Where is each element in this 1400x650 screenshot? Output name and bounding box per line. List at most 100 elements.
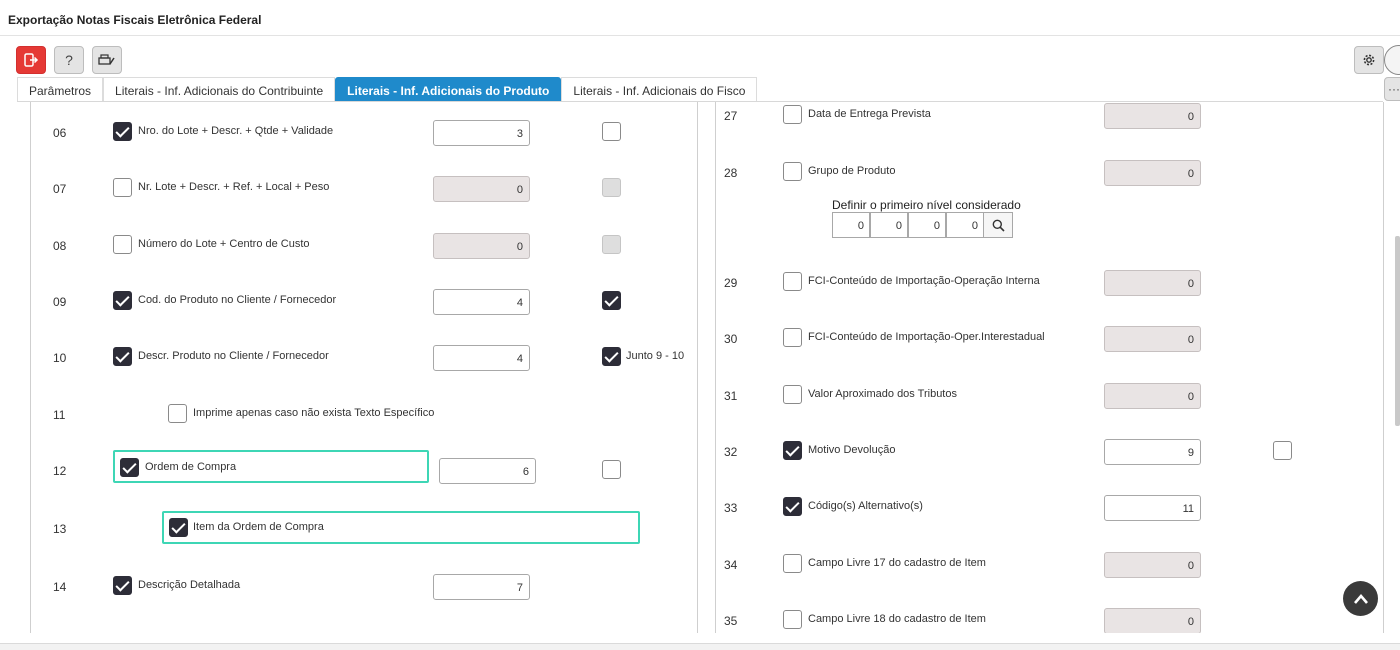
more-icon: ··· — [1388, 82, 1400, 96]
row-35: 35 Campo Livre 18 do cadastro de Item 0 — [716, 606, 1383, 633]
bottom-bar — [0, 643, 1400, 650]
row-checkbox[interactable] — [113, 178, 132, 197]
row-checkbox[interactable] — [168, 404, 187, 423]
row-extra-checkbox — [602, 178, 621, 197]
row-checkbox[interactable] — [783, 497, 802, 516]
row-checkbox[interactable] — [120, 458, 139, 477]
row-checkbox[interactable] — [113, 235, 132, 254]
row-extra-checkbox — [602, 235, 621, 254]
row-value-input[interactable]: 11 — [1104, 495, 1201, 521]
row-label: FCI-Conteúdo de Importação-Oper.Interest… — [808, 331, 1045, 343]
row-number: 14 — [53, 580, 67, 594]
row-label: Imprime apenas caso não exista Texto Esp… — [193, 407, 435, 419]
search-icon — [992, 219, 1005, 232]
tab-contribuinte[interactable]: Literais - Inf. Adicionais do Contribuin… — [103, 77, 336, 102]
row-label: Descrição Detalhada — [138, 579, 241, 591]
row-number: 08 — [53, 239, 67, 253]
row-extra-checkbox[interactable] — [1273, 441, 1292, 460]
settings-button[interactable] — [1354, 46, 1384, 74]
row-value-input[interactable]: 4 — [433, 289, 530, 315]
row-11: 11 Imprime apenas caso não exista Texto … — [31, 400, 697, 430]
window-title: Exportação Notas Fiscais Eletrônica Fede… — [8, 13, 262, 27]
row-value-input: 0 — [1104, 608, 1201, 633]
row-value-input[interactable]: 3 — [433, 120, 530, 146]
row-value-input[interactable]: 9 — [1104, 439, 1201, 465]
scrollbar-thumb[interactable] — [1395, 236, 1400, 426]
row-value-input: 0 — [1104, 552, 1201, 578]
row-checkbox[interactable] — [113, 576, 132, 595]
exit-button[interactable] — [16, 46, 46, 74]
row-06: 06 Nro. do Lote + Descr. + Qtde + Valida… — [31, 118, 697, 148]
row-extra-checkbox[interactable] — [602, 122, 621, 141]
row-30: 30 FCI-Conteúdo de Importação-Oper.Inter… — [716, 324, 1383, 354]
more-button[interactable]: ··· — [1384, 77, 1400, 101]
tab-bar: Parâmetros Literais - Inf. Adicionais do… — [17, 77, 758, 102]
row-07: 07 Nr. Lote + Descr. + Ref. + Local + Pe… — [31, 174, 697, 204]
nivel-input-3[interactable]: 0 — [908, 212, 946, 238]
row-number: 07 — [53, 182, 67, 196]
nivel-input-1[interactable]: 0 — [832, 212, 870, 238]
row-08: 08 Número do Lote + Centro de Custo 0 — [31, 231, 697, 261]
tab-produto[interactable]: Literais - Inf. Adicionais do Produto — [335, 77, 562, 102]
row-checkbox[interactable] — [113, 291, 132, 310]
nivel-input-4[interactable]: 0 — [946, 212, 984, 238]
row-label: Descr. Produto no Cliente / Fornecedor — [138, 350, 329, 362]
row-32: 32 Motivo Devolução 9 — [716, 437, 1383, 467]
row-value-input: 0 — [1104, 103, 1201, 129]
nivel-search-button[interactable] — [983, 212, 1013, 238]
nivel-input-2[interactable]: 0 — [870, 212, 908, 238]
row-extra-label: Junto 9 - 10 — [626, 350, 685, 362]
row-value-input: 0 — [1104, 326, 1201, 352]
row-label: Nr. Lote + Descr. + Ref. + Local + Peso — [138, 181, 330, 193]
row-14: 14 Descrição Detalhada 7 — [31, 572, 697, 602]
row-checkbox[interactable] — [783, 610, 802, 629]
row-09: 09 Cod. do Produto no Cliente / Forneced… — [31, 287, 697, 317]
row-checkbox[interactable] — [113, 347, 132, 366]
row-34: 34 Campo Livre 17 do cadastro de Item 0 — [716, 550, 1383, 580]
row-checkbox[interactable] — [783, 272, 802, 291]
row-13: 13 Item da Ordem de Compra — [31, 514, 697, 544]
row-checkbox[interactable] — [783, 554, 802, 573]
row-value-input[interactable]: 4 — [433, 345, 530, 371]
printer-edit-icon — [98, 54, 115, 65]
row-29: 29 FCI-Conteúdo de Importação-Operação I… — [716, 268, 1383, 298]
row-number: 10 — [53, 351, 67, 365]
gear-icon — [1363, 54, 1375, 66]
row-number: 30 — [724, 332, 738, 346]
row-27: 27 Data de Entrega Prevista 0 — [716, 102, 1383, 132]
row-label: Item da Ordem de Compra — [193, 521, 324, 533]
row-label: FCI-Conteúdo de Importação-Operação Inte… — [808, 275, 1040, 287]
row-extra-checkbox[interactable] — [602, 460, 621, 479]
scroll-to-top-button[interactable] — [1343, 581, 1378, 616]
row-value-input[interactable]: 6 — [439, 458, 536, 484]
row-extra-checkbox[interactable] — [602, 347, 621, 366]
row-number: 34 — [724, 558, 738, 572]
row-checkbox[interactable] — [783, 105, 802, 124]
row-label: Cod. do Produto no Cliente / Fornecedor — [138, 294, 337, 306]
row-label: Grupo de Produto — [808, 165, 896, 177]
row-number: 12 — [53, 464, 67, 478]
right-panel: 27 Data de Entrega Prevista 0 28 Grupo d… — [715, 102, 1384, 633]
print-button[interactable] — [92, 46, 122, 74]
row-checkbox[interactable] — [783, 328, 802, 347]
row-extra-checkbox[interactable] — [602, 291, 621, 310]
help-button[interactable]: ? — [54, 46, 84, 74]
row-number: 35 — [724, 614, 738, 628]
tab-fisco[interactable]: Literais - Inf. Adicionais do Fisco — [561, 77, 758, 102]
chevron-up-icon — [1353, 593, 1368, 604]
row-number: 33 — [724, 501, 738, 515]
refresh-button[interactable] — [1384, 45, 1400, 75]
row-checkbox[interactable] — [783, 385, 802, 404]
row-label: Número do Lote + Centro de Custo — [138, 238, 310, 250]
row-12: 12 Ordem de Compra 6 — [31, 456, 697, 486]
row-number: 11 — [53, 408, 66, 422]
row-checkbox[interactable] — [783, 162, 802, 181]
row-checkbox[interactable] — [783, 441, 802, 460]
row-value-input[interactable]: 7 — [433, 574, 530, 600]
row-checkbox[interactable] — [169, 518, 188, 537]
left-panel: 06 Nro. do Lote + Descr. + Qtde + Valida… — [30, 102, 698, 633]
row-checkbox[interactable] — [113, 122, 132, 141]
tab-parametros[interactable]: Parâmetros — [17, 77, 104, 102]
row-number: 28 — [724, 166, 738, 180]
row-number: 09 — [53, 295, 67, 309]
